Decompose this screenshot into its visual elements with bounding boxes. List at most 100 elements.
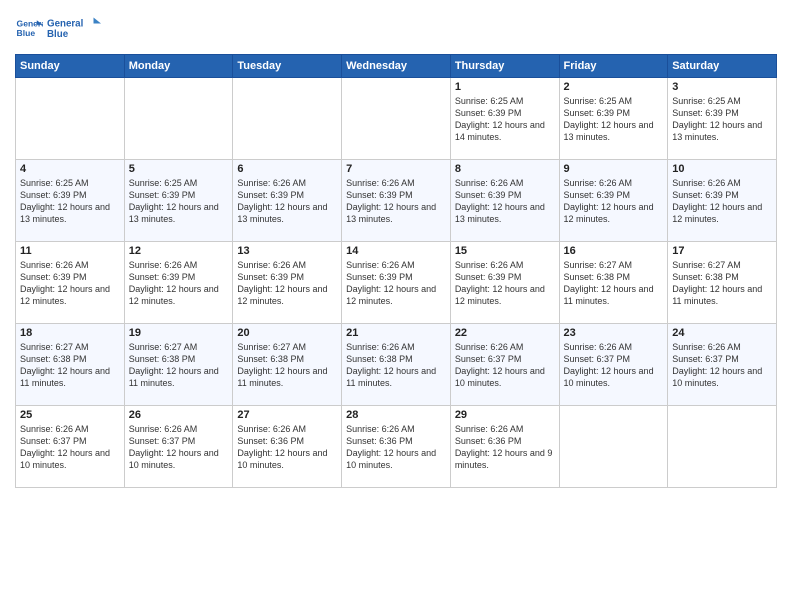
day-number: 1 [455,81,555,93]
day-number: 3 [672,81,772,93]
day-number: 15 [455,245,555,257]
week-row-1: 1 Sunrise: 6:25 AM Sunset: 6:39 PM Daylig… [16,78,777,160]
day-info: Sunrise: 6:25 AM Sunset: 6:39 PM Dayligh… [672,95,772,144]
day-info: Sunrise: 6:26 AM Sunset: 6:36 PM Dayligh… [455,423,555,472]
calendar-cell: 27 Sunrise: 6:26 AM Sunset: 6:36 PM Dayli… [233,406,342,488]
day-number: 7 [346,163,446,175]
calendar-cell: 19Sunrise: 6:27 AM Sunset: 6:38 PM Dayli… [124,324,233,406]
day-info: Sunrise: 6:26 AM Sunset: 6:37 PM Dayligh… [455,341,555,390]
day-info: Sunrise: 6:26 AM Sunset: 6:36 PM Dayligh… [237,423,337,472]
calendar-cell: 6 Sunrise: 6:26 AM Sunset: 6:39 PM Daylig… [233,160,342,242]
day-info: Sunrise: 6:26 AM Sunset: 6:39 PM Dayligh… [455,259,555,308]
day-info: Sunrise: 6:26 AM Sunset: 6:37 PM Dayligh… [672,341,772,390]
calendar-cell: 12Sunrise: 6:26 AM Sunset: 6:39 PM Dayli… [124,242,233,324]
day-number: 12 [129,245,229,257]
day-info: Sunrise: 6:27 AM Sunset: 6:38 PM Dayligh… [20,341,120,390]
day-number: 10 [672,163,772,175]
calendar-cell: 26 Sunrise: 6:26 AM Sunset: 6:37 PM Dayli… [124,406,233,488]
weekday-wednesday: Wednesday [342,55,451,78]
day-info: Sunrise: 6:26 AM Sunset: 6:38 PM Dayligh… [346,341,446,390]
calendar-cell: 8 Sunrise: 6:26 AM Sunset: 6:39 PM Daylig… [450,160,559,242]
day-number: 8 [455,163,555,175]
svg-text:Blue: Blue [17,28,36,38]
day-number: 20 [237,327,337,339]
day-info: Sunrise: 6:25 AM Sunset: 6:39 PM Dayligh… [564,95,664,144]
day-info: Sunrise: 6:26 AM Sunset: 6:39 PM Dayligh… [237,177,337,226]
day-info: Sunrise: 6:26 AM Sunset: 6:36 PM Dayligh… [346,423,446,472]
day-info: Sunrise: 6:25 AM Sunset: 6:39 PM Dayligh… [20,177,120,226]
logo: General Blue General Blue [15,10,107,46]
calendar-cell: 3 Sunrise: 6:25 AM Sunset: 6:39 PM Daylig… [668,78,777,160]
day-info: Sunrise: 6:25 AM Sunset: 6:39 PM Dayligh… [455,95,555,144]
calendar-table: SundayMondayTuesdayWednesdayThursdayFrid… [15,54,777,488]
day-number: 16 [564,245,664,257]
weekday-monday: Monday [124,55,233,78]
day-number: 29 [455,409,555,421]
day-number: 4 [20,163,120,175]
day-number: 17 [672,245,772,257]
day-info: Sunrise: 6:27 AM Sunset: 6:38 PM Dayligh… [672,259,772,308]
week-row-3: 11 Sunrise: 6:26 AM Sunset: 6:39 PM Dayli… [16,242,777,324]
day-number: 24 [672,327,772,339]
day-info: Sunrise: 6:26 AM Sunset: 6:39 PM Dayligh… [346,259,446,308]
calendar-cell: 13Sunrise: 6:26 AM Sunset: 6:39 PM Dayli… [233,242,342,324]
weekday-friday: Friday [559,55,668,78]
calendar-cell: 4 Sunrise: 6:25 AM Sunset: 6:39 PM Daylig… [16,160,125,242]
calendar-cell: 18Sunrise: 6:27 AM Sunset: 6:38 PM Dayli… [16,324,125,406]
day-number: 14 [346,245,446,257]
calendar-cell: 25 Sunrise: 6:26 AM Sunset: 6:37 PM Dayli… [16,406,125,488]
day-number: 6 [237,163,337,175]
calendar-cell: 17 Sunrise: 6:27 AM Sunset: 6:38 PM Dayli… [668,242,777,324]
day-info: Sunrise: 6:26 AM Sunset: 6:37 PM Dayligh… [20,423,120,472]
header: General Blue General Blue [15,10,777,46]
calendar-cell: 9Sunrise: 6:26 AM Sunset: 6:39 PM Daylig… [559,160,668,242]
svg-text:General: General [47,19,84,30]
day-info: Sunrise: 6:26 AM Sunset: 6:37 PM Dayligh… [129,423,229,472]
weekday-sunday: Sunday [16,55,125,78]
calendar-cell [668,406,777,488]
calendar-cell: 1 Sunrise: 6:25 AM Sunset: 6:39 PM Daylig… [450,78,559,160]
day-info: Sunrise: 6:27 AM Sunset: 6:38 PM Dayligh… [564,259,664,308]
day-info: Sunrise: 6:26 AM Sunset: 6:39 PM Dayligh… [346,177,446,226]
day-info: Sunrise: 6:26 AM Sunset: 6:39 PM Dayligh… [672,177,772,226]
day-info: Sunrise: 6:26 AM Sunset: 6:39 PM Dayligh… [20,259,120,308]
calendar-cell: 11 Sunrise: 6:26 AM Sunset: 6:39 PM Dayli… [16,242,125,324]
calendar-cell [16,78,125,160]
day-number: 5 [129,163,229,175]
day-number: 22 [455,327,555,339]
calendar-cell: 21 Sunrise: 6:26 AM Sunset: 6:38 PM Dayli… [342,324,451,406]
main-container: General Blue General Blue SundayMondayTu… [0,0,792,498]
calendar-cell [233,78,342,160]
week-row-2: 4 Sunrise: 6:25 AM Sunset: 6:39 PM Daylig… [16,160,777,242]
week-row-4: 18Sunrise: 6:27 AM Sunset: 6:38 PM Dayli… [16,324,777,406]
calendar-cell: 10 Sunrise: 6:26 AM Sunset: 6:39 PM Dayli… [668,160,777,242]
day-number: 23 [564,327,664,339]
weekday-thursday: Thursday [450,55,559,78]
day-number: 26 [129,409,229,421]
calendar-cell: 16 Sunrise: 6:27 AM Sunset: 6:38 PM Dayli… [559,242,668,324]
day-info: Sunrise: 6:26 AM Sunset: 6:39 PM Dayligh… [455,177,555,226]
day-number: 25 [20,409,120,421]
calendar-cell [124,78,233,160]
week-row-5: 25 Sunrise: 6:26 AM Sunset: 6:37 PM Dayli… [16,406,777,488]
calendar-cell: 5 Sunrise: 6:25 AM Sunset: 6:39 PM Daylig… [124,160,233,242]
day-number: 27 [237,409,337,421]
calendar-cell: 7 Sunrise: 6:26 AM Sunset: 6:39 PM Daylig… [342,160,451,242]
day-number: 9 [564,163,664,175]
calendar-cell: 15 Sunrise: 6:26 AM Sunset: 6:39 PM Dayli… [450,242,559,324]
calendar-cell [559,406,668,488]
calendar-cell: 2Sunrise: 6:25 AM Sunset: 6:39 PM Daylig… [559,78,668,160]
day-info: Sunrise: 6:26 AM Sunset: 6:37 PM Dayligh… [564,341,664,390]
day-number: 11 [20,245,120,257]
calendar-cell: 20Sunrise: 6:27 AM Sunset: 6:38 PM Dayli… [233,324,342,406]
calendar-cell: 23 Sunrise: 6:26 AM Sunset: 6:37 PM Dayli… [559,324,668,406]
calendar-cell: 22 Sunrise: 6:26 AM Sunset: 6:37 PM Dayli… [450,324,559,406]
day-number: 28 [346,409,446,421]
day-info: Sunrise: 6:26 AM Sunset: 6:39 PM Dayligh… [237,259,337,308]
calendar-cell: 14 Sunrise: 6:26 AM Sunset: 6:39 PM Dayli… [342,242,451,324]
day-info: Sunrise: 6:25 AM Sunset: 6:39 PM Dayligh… [129,177,229,226]
day-info: Sunrise: 6:27 AM Sunset: 6:38 PM Dayligh… [129,341,229,390]
calendar-cell: 29 Sunrise: 6:26 AM Sunset: 6:36 PM Dayli… [450,406,559,488]
day-number: 21 [346,327,446,339]
weekday-tuesday: Tuesday [233,55,342,78]
